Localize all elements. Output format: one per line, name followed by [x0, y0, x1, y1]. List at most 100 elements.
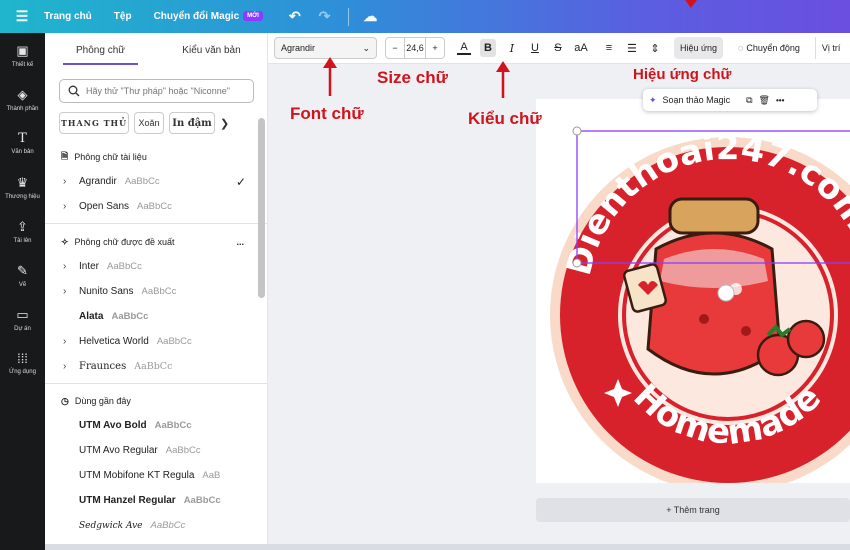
- search-icon: [68, 85, 80, 97]
- spacing-icon[interactable]: ⇕: [648, 42, 662, 55]
- font-search-box[interactable]: [59, 79, 254, 103]
- font-row-utm-mobifone[interactable]: UTM Mobifone KT Regula AaB: [45, 463, 267, 488]
- animate-label: Chuyển động: [746, 43, 800, 53]
- list-icon[interactable]: ☰: [625, 42, 639, 55]
- delete-icon[interactable]: 🗑: [759, 95, 770, 106]
- rail-item-elements[interactable]: ◈ Thành phần: [0, 77, 45, 121]
- hamburger-icon[interactable]: ☰: [0, 8, 44, 25]
- font-size-stepper[interactable]: − 24,6 +: [385, 37, 445, 59]
- underline-button[interactable]: U: [528, 42, 542, 54]
- panel-scrollbar[interactable]: [258, 118, 265, 298]
- position-button[interactable]: Vị trí: [814, 37, 847, 59]
- logo-graphic[interactable]: Dienthoai247.com Homemade: [536, 99, 850, 493]
- letter-case-button[interactable]: aA: [574, 42, 588, 54]
- section-divider: [45, 223, 267, 224]
- side-rail: ▣ Thiết kế ◈ Thành phần T Văn bản ♛ Thương h…: [0, 33, 45, 550]
- font-family-select[interactable]: Agrandir ⌄: [274, 37, 377, 59]
- bold-button[interactable]: B: [480, 39, 496, 57]
- rotate-handle[interactable]: [717, 284, 735, 302]
- align-center-icon[interactable]: ≡: [602, 42, 616, 54]
- elements-icon: ◈: [17, 86, 28, 102]
- upload-icon: ⇪: [17, 218, 28, 234]
- rail-item-design[interactable]: ▣ Thiết kế: [0, 33, 45, 77]
- font-sample: AaBbCc: [156, 336, 192, 347]
- font-chips: THANG THỦ Xoăn In đậm ❯: [59, 112, 229, 134]
- font-sample: AaBbCc: [134, 361, 173, 372]
- tab-text-styles[interactable]: Kiểu văn bản: [156, 33, 267, 67]
- font-name: Open Sans: [79, 201, 130, 212]
- rail-item-projects[interactable]: ▭ Dự án: [0, 297, 45, 341]
- chip-in-dam[interactable]: In đậm: [169, 112, 215, 134]
- font-name: Inter: [79, 261, 100, 272]
- font-row-helvetica-world[interactable]: › Helvetica World AaBbCc: [45, 329, 267, 354]
- home-menu[interactable]: Trang chủ: [44, 11, 92, 22]
- font-row-open-sans[interactable]: › Open Sans AaBbCc: [45, 194, 267, 219]
- duplicate-icon[interactable]: ⧉: [746, 95, 752, 106]
- chip-thang-thu[interactable]: THANG THỦ: [59, 112, 129, 134]
- chevron-right-icon[interactable]: ›: [63, 261, 71, 272]
- chevron-right-icon[interactable]: ›: [63, 361, 71, 372]
- font-row-inter[interactable]: › Inter AaBbCc: [45, 254, 267, 279]
- undo-icon[interactable]: ↶: [289, 8, 301, 25]
- more-options-button[interactable]: •••: [776, 96, 784, 105]
- rail-label: Vẽ: [18, 281, 27, 288]
- rail-item-text[interactable]: T Văn bản: [0, 121, 45, 165]
- magic-switch-menu[interactable]: Chuyển đổi Magic MỚI: [154, 11, 263, 22]
- strikethrough-button[interactable]: S: [551, 42, 565, 54]
- animate-button[interactable]: ◌ Chuyển động: [732, 37, 806, 59]
- decrease-size-button[interactable]: −: [386, 43, 404, 53]
- font-sample: AaB: [202, 470, 221, 481]
- font-name: UTM Hanzel Regular: [79, 495, 176, 506]
- suggested-fonts-heading: ✧ Phông chữ được đề xuất...: [45, 230, 267, 254]
- font-row-sedgwick-ave[interactable]: Sedgwick Ave AaBbCc: [45, 513, 267, 538]
- more-options-icon[interactable]: ...: [236, 237, 244, 247]
- bottom-scroll-area: [45, 544, 850, 550]
- rail-item-draw[interactable]: ✎ Vẽ: [0, 253, 45, 297]
- font-row-alata[interactable]: Alata AaBbCc: [45, 304, 267, 329]
- effects-button[interactable]: Hiệu ứng: [673, 37, 723, 59]
- font-name: Helvetica World: [79, 336, 149, 347]
- add-page-button[interactable]: + Thêm trang: [536, 498, 850, 522]
- text-toolbar: Agrandir ⌄ − 24,6 + A B I U S aA ≡ ☰ ⇕ Hi…: [268, 33, 850, 64]
- chip-xoan[interactable]: Xoăn: [134, 112, 164, 134]
- font-size-value[interactable]: 24,6: [404, 38, 426, 58]
- resize-handle[interactable]: [572, 258, 582, 268]
- chips-next-icon[interactable]: ❯: [220, 112, 229, 134]
- font-row-fraunces[interactable]: › Fraunces AaBbCc: [45, 354, 267, 379]
- font-row-utm-hanzel[interactable]: UTM Hanzel Regular AaBbCc: [45, 488, 267, 513]
- font-row-agrandir[interactable]: › Agrandir AaBbCc ✓: [45, 169, 267, 194]
- design-page[interactable]: Dienthoai247.com Homemade: [536, 99, 850, 493]
- resize-handle[interactable]: [572, 126, 582, 136]
- rail-item-apps[interactable]: ⁞⁞⁞ Ứng dụng: [0, 341, 45, 385]
- font-row-nunito-sans[interactable]: › Nunito Sans AaBbCc: [45, 279, 267, 304]
- font-sample: AaBbCc: [154, 420, 192, 431]
- font-name: Fraunces: [79, 361, 127, 372]
- chevron-right-icon[interactable]: ›: [63, 201, 71, 212]
- tab-fonts[interactable]: Phông chữ: [45, 33, 156, 67]
- magic-switch-label: Chuyển đổi Magic: [153, 11, 240, 22]
- section-title: Phông chữ tài liệu: [74, 152, 147, 162]
- chevron-down-icon: ⌄: [362, 42, 370, 53]
- chevron-right-icon[interactable]: ›: [63, 286, 71, 297]
- magic-write-button[interactable]: Soạn thảo Magic: [663, 95, 731, 105]
- increase-size-button[interactable]: +: [426, 43, 444, 53]
- cloud-check-icon[interactable]: ☁: [363, 8, 377, 25]
- file-menu[interactable]: Tệp: [114, 11, 132, 22]
- layout-icon: ▣: [16, 42, 29, 58]
- redo-icon[interactable]: ↷: [319, 8, 331, 25]
- italic-button[interactable]: I: [505, 42, 519, 55]
- font-row-utm-avo-bold[interactable]: UTM Avo Bold AaBbCc: [45, 413, 267, 438]
- document-icon: 🗎: [61, 151, 69, 161]
- font-row-utm-avo-regular[interactable]: UTM Avo Regular AaBbCc: [45, 438, 267, 463]
- rail-item-brand[interactable]: ♛ Thương hiệu: [0, 165, 45, 209]
- font-search-input[interactable]: [86, 86, 246, 96]
- font-sample: AaBbCc: [137, 201, 172, 212]
- text-color-button[interactable]: A: [457, 40, 471, 55]
- font-sample: AaBbCc: [111, 311, 149, 322]
- rail-label: Văn bản: [11, 149, 34, 155]
- text-color-letter: A: [460, 40, 468, 53]
- folder-icon: ▭: [16, 306, 29, 322]
- chevron-right-icon[interactable]: ›: [63, 176, 71, 187]
- rail-item-upload[interactable]: ⇪ Tải lên: [0, 209, 45, 253]
- chevron-right-icon[interactable]: ›: [63, 336, 71, 347]
